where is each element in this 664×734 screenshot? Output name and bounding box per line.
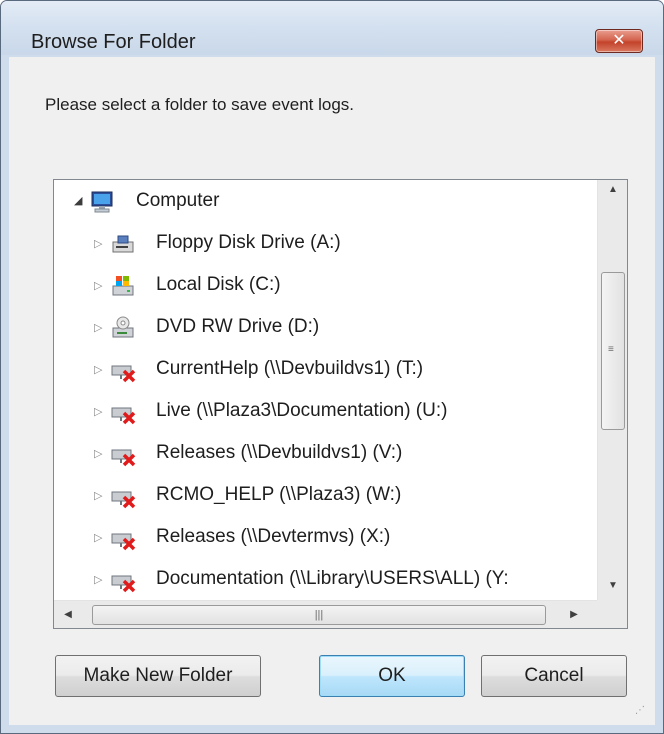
tree-item-label: RCMO_HELP (\\Plaza3) (W:) [156,484,402,505]
expand-arrow-icon[interactable]: ▷ [94,280,104,292]
tree-item-label: Releases (\\Devbuildvs1) (V:) [156,442,403,463]
scroll-right-arrow-icon[interactable]: ▶ [562,605,586,625]
tree-item-network-drive-x[interactable]: ▷ Releases (\\Devtermvs) (X:) [54,522,594,556]
tree-item-label: Floppy Disk Drive (A:) [156,232,341,253]
horizontal-scroll-thumb[interactable]: ||| [92,605,546,625]
window-title: Browse For Folder [31,31,196,53]
tree-item-network-drive-u[interactable]: ▷ Live (\\Plaza3\Documentation) (U:) [54,396,594,430]
disconnected-network-drive-icon [110,441,136,467]
expand-arrow-icon[interactable]: ▷ [94,532,104,544]
dvd-drive-icon [110,315,136,341]
tree-item-label: DVD RW Drive (D:) [156,316,320,337]
tree-item-label: CurrentHelp (\\Devbuildvs1) (T:) [156,358,424,379]
browse-for-folder-dialog: Browse For Folder ✕ Please select a fold… [0,0,664,734]
local-disk-icon [110,273,136,299]
vertical-scrollbar[interactable]: ▲ ≡ ▼ [597,180,627,600]
tree-item-network-drive-w[interactable]: ▷ RCMO_HELP (\\Plaza3) (W:) [54,480,594,514]
title-bar[interactable]: Browse For Folder ✕ [1,1,663,55]
folder-tree-view[interactable]: ◢ Computer ▷ Floppy Disk Drive (A:) ▷ Lo… [53,179,628,629]
tree-item-dvd-drive[interactable]: ▷ DVD RW Drive (D:) [54,312,594,346]
scroll-up-arrow-icon[interactable]: ▲ [598,180,627,200]
tree-item-label: Documentation (\\Library\USERS\ALL) (Y: [156,568,509,589]
disconnected-network-drive-icon [110,357,136,383]
resize-grip-icon[interactable]: ⋰ [635,705,651,721]
expand-arrow-icon[interactable]: ▷ [94,448,104,460]
expand-arrow-icon[interactable]: ▷ [94,574,104,586]
tree-item-network-drive-v[interactable]: ▷ Releases (\\Devbuildvs1) (V:) [54,438,594,472]
tree-item-label: Local Disk (C:) [156,274,281,295]
collapse-arrow-icon[interactable]: ◢ [74,195,84,207]
scroll-left-arrow-icon[interactable]: ◀ [58,605,78,625]
instruction-text: Please select a folder to save event log… [45,95,355,114]
cancel-button[interactable]: Cancel [481,655,627,697]
floppy-drive-icon [110,231,136,257]
make-new-folder-button[interactable]: Make New Folder [55,655,261,697]
tree-item-network-drive-t[interactable]: ▷ CurrentHelp (\\Devbuildvs1) (T:) [54,354,594,388]
tree-item-network-drive-y[interactable]: ▷ Documentation (\\Library\USERS\ALL) (Y… [54,564,594,598]
scroll-grip-icon: ||| [314,609,324,621]
vertical-scroll-thumb[interactable]: ≡ [601,272,625,430]
tree-item-local-disk[interactable]: ▷ Local Disk (C:) [54,270,594,304]
expand-arrow-icon[interactable]: ▷ [94,490,104,502]
scroll-down-arrow-icon[interactable]: ▼ [598,576,627,596]
folder-tree-rows: ◢ Computer ▷ Floppy Disk Drive (A:) ▷ Lo… [54,180,597,600]
disconnected-network-drive-icon [110,567,136,593]
tree-item-computer[interactable]: ◢ Computer [54,186,594,220]
ok-button[interactable]: OK [319,655,465,697]
disconnected-network-drive-icon [110,483,136,509]
expand-arrow-icon[interactable]: ▷ [94,406,104,418]
scroll-grip-icon: ≡ [608,344,614,355]
expand-arrow-icon[interactable]: ▷ [94,238,104,250]
disconnected-network-drive-icon [110,399,136,425]
horizontal-scrollbar[interactable]: ◀ ||| ▶ [54,600,597,628]
tree-item-label: Computer [136,190,220,211]
computer-icon [90,189,116,215]
tree-item-floppy-drive[interactable]: ▷ Floppy Disk Drive (A:) [54,228,594,262]
scrollbar-corner [597,600,627,628]
tree-item-label: Live (\\Plaza3\Documentation) (U:) [156,400,448,421]
tree-item-label: Releases (\\Devtermvs) (X:) [156,526,391,547]
disconnected-network-drive-icon [110,525,136,551]
expand-arrow-icon[interactable]: ▷ [94,364,104,376]
close-button[interactable]: ✕ [595,29,643,53]
expand-arrow-icon[interactable]: ▷ [94,322,104,334]
